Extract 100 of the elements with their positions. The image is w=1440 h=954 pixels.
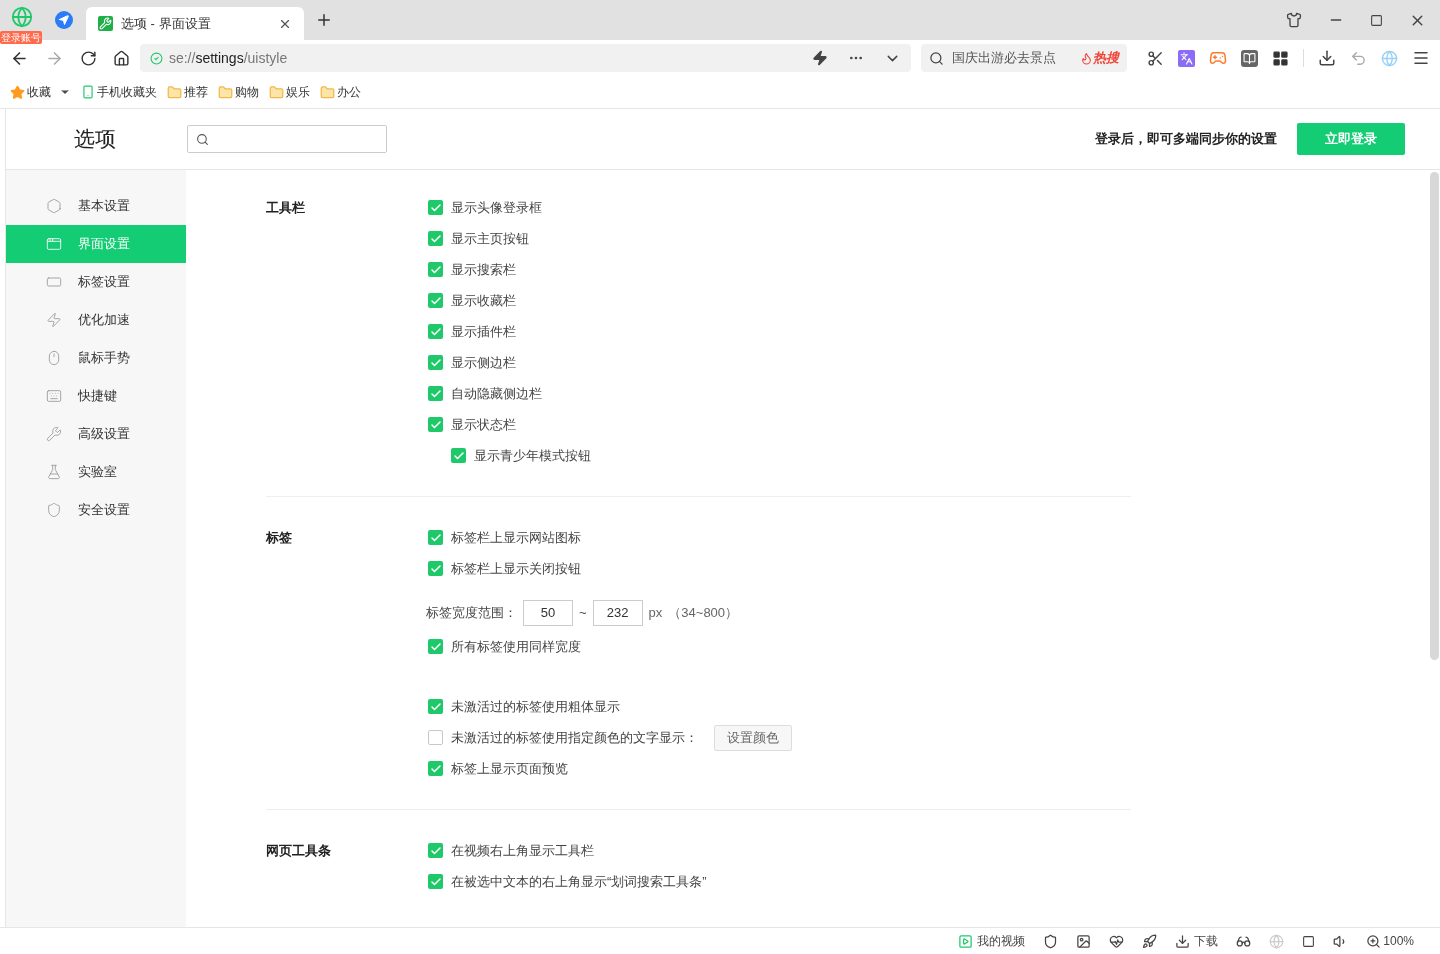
checkbox[interactable] — [451, 448, 466, 463]
search-icon — [196, 132, 209, 146]
skin-icon[interactable] — [1286, 12, 1302, 28]
new-tab-icon[interactable] — [315, 11, 333, 29]
sidebar-item[interactable]: 实验室 — [6, 453, 186, 491]
sidebar-item[interactable]: 快捷键 — [6, 377, 186, 415]
checkbox[interactable] — [428, 200, 443, 215]
checkbox[interactable] — [428, 386, 443, 401]
range-separator: ~ — [579, 603, 587, 622]
folder-icon — [320, 84, 335, 100]
bookmark-item[interactable]: 娱乐 — [286, 83, 310, 101]
sidebar-item[interactable]: 高级设置 — [6, 415, 186, 453]
my-video-link[interactable]: 我的视频 — [977, 932, 1026, 950]
wrench-icon — [98, 16, 113, 31]
option-label: 显示头像登录框 — [451, 198, 542, 217]
sidebar-icon — [46, 502, 62, 518]
secure-icon — [149, 51, 163, 65]
option-label: 显示收藏栏 — [451, 291, 516, 310]
window-icon[interactable] — [1302, 934, 1316, 948]
search-field[interactable]: 国庆出游必去景点 热搜 — [921, 44, 1127, 72]
checkbox[interactable] — [428, 561, 443, 576]
star-icon — [10, 84, 25, 100]
search-icon — [929, 50, 945, 66]
range-label: 标签宽度范围： — [426, 603, 517, 622]
sidebar-icon — [46, 388, 62, 404]
sidebar-icon — [46, 236, 62, 252]
browser-tab[interactable]: 选项 - 界面设置 — [86, 7, 304, 40]
sidebar-icon — [46, 312, 62, 328]
sidebar-icon — [46, 274, 62, 290]
url-text: se://settings/uistyle — [168, 48, 289, 68]
min-width-input[interactable]: 50 — [523, 599, 573, 626]
sidebar-icon — [46, 350, 62, 366]
checkbox[interactable] — [428, 355, 443, 370]
checkbox[interactable] — [428, 761, 443, 776]
sidebar-item[interactable]: 标签设置 — [6, 263, 186, 301]
shield-icon[interactable] — [1043, 933, 1059, 949]
lightning-icon[interactable] — [812, 50, 829, 66]
gamepad-icon[interactable] — [1209, 49, 1227, 67]
heart-icon[interactable] — [1109, 933, 1125, 949]
checkbox[interactable] — [428, 293, 443, 308]
checkbox[interactable] — [428, 530, 443, 545]
home-icon[interactable] — [112, 49, 130, 67]
zoom-level[interactable]: 100% — [1383, 932, 1414, 950]
video-icon[interactable] — [958, 933, 974, 949]
flame-icon — [1080, 51, 1093, 65]
sidebar-icon — [46, 198, 62, 214]
sidebar-item[interactable]: 基本设置 — [6, 187, 186, 225]
max-width-input[interactable]: 232 — [592, 599, 643, 626]
image-icon[interactable] — [1076, 933, 1092, 949]
download-link[interactable]: 下载 — [1194, 932, 1219, 950]
checkbox[interactable] — [428, 324, 443, 339]
scissors-icon[interactable] — [1147, 49, 1164, 67]
menu-icon[interactable] — [1412, 49, 1430, 67]
reload-icon[interactable] — [79, 49, 97, 67]
download-icon[interactable] — [1175, 933, 1191, 949]
checkbox[interactable] — [428, 874, 443, 889]
bookmark-item[interactable]: 收藏 — [27, 83, 51, 101]
bookmark-item[interactable]: 办公 — [337, 83, 361, 101]
option-label: 所有标签使用同样宽度 — [451, 637, 581, 656]
translate-icon[interactable] — [1178, 49, 1195, 67]
checkbox[interactable] — [428, 231, 443, 246]
set-color-button[interactable]: 设置颜色 — [714, 724, 792, 751]
settings-search-field[interactable] — [187, 125, 387, 153]
option-label: 标签栏上显示关闭按钮 — [451, 559, 581, 578]
option-label: 未激活过的标签使用粗体显示 — [451, 697, 620, 716]
checkbox[interactable] — [428, 262, 443, 277]
rocket-icon[interactable] — [1142, 933, 1158, 949]
sidebar-item[interactable]: 优化加速 — [6, 301, 186, 339]
sidebar-icon — [46, 426, 62, 442]
folder-icon — [269, 84, 284, 100]
address-bar[interactable]: se://settings/uistyle — [139, 44, 912, 72]
option-label: 标签栏上显示网站图标 — [451, 528, 581, 547]
bookmark-item[interactable]: 推荐 — [184, 83, 208, 101]
zoom-icon[interactable] — [1366, 933, 1382, 949]
option-label: 显示侧边栏 — [451, 353, 516, 372]
section-title: 工具栏 — [266, 199, 306, 217]
unit-label: px — [648, 603, 663, 622]
bookmark-item[interactable]: 购物 — [235, 83, 259, 101]
bookmark-item[interactable]: 手机收藏夹 — [97, 83, 157, 101]
checkbox[interactable] — [428, 417, 443, 432]
checkbox[interactable] — [428, 730, 443, 745]
page-title: 选项 — [73, 126, 117, 153]
phone-icon — [81, 85, 95, 99]
option-label: 显示青少年模式按钮 — [474, 446, 591, 465]
option-label: 自动隐藏侧边栏 — [451, 384, 542, 403]
sidebar-item[interactable]: 安全设置 — [6, 491, 186, 529]
section-title: 网页工具条 — [266, 842, 332, 860]
checkbox[interactable] — [428, 699, 443, 714]
maximize-icon[interactable] — [1370, 13, 1383, 27]
sidebar-item[interactable]: 鼠标手势 — [6, 339, 186, 377]
undo-icon[interactable] — [1350, 49, 1367, 67]
hot-label: 热搜 — [1093, 49, 1119, 68]
option-label: 在被选中文本的右上角显示“划词搜索工具条” — [451, 872, 707, 891]
apps-icon[interactable] — [1272, 49, 1289, 67]
checkbox[interactable] — [428, 843, 443, 858]
navigation-icon[interactable] — [55, 11, 73, 29]
download-icon[interactable] — [1318, 49, 1336, 67]
book-icon[interactable] — [1241, 49, 1258, 67]
option-label: 显示搜索栏 — [451, 260, 516, 279]
checkbox[interactable] — [428, 639, 443, 654]
